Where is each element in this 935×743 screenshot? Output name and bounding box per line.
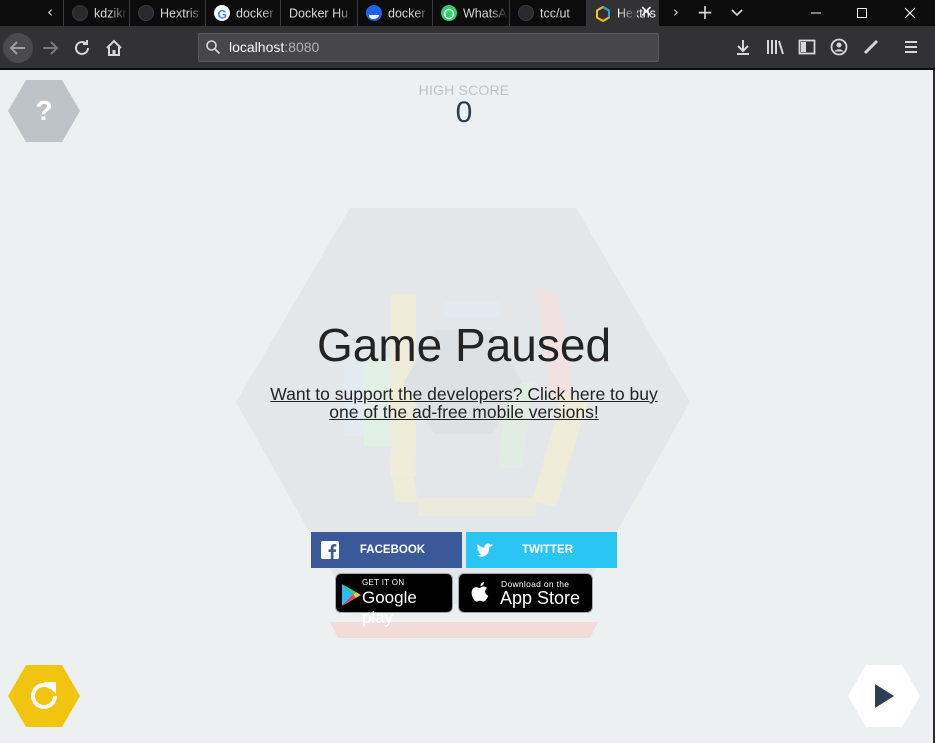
github-icon [72,4,88,21]
reload-icon [75,40,89,55]
tab-tcc[interactable]: tcc/ut [509,0,585,26]
url-host: localhost [229,39,285,55]
hextris-icon [595,5,611,22]
close-window-button[interactable] [885,0,935,26]
whatsapp-icon [441,4,457,21]
search-icon [206,40,221,55]
pencil-icon[interactable] [861,37,881,57]
app-store-big-text: App Store [500,588,581,608]
tab-docker-docs[interactable]: docker [357,0,432,26]
google-play-badge[interactable]: GET IT ON Google play [335,573,453,627]
google-play-small-text: GET IT ON [362,578,405,587]
twitter-share-button[interactable]: TWITTER [466,532,617,568]
resume-button[interactable] [848,665,920,727]
tab-strip: ‹ kdzikr Hextris G docker Docker Hu dock… [0,0,935,26]
url-text: localhost:8080 [229,39,319,55]
facebook-share-button[interactable]: FACEBOOK [311,532,462,568]
help-button[interactable]: ? [8,80,80,142]
svg-text:G: G [218,7,227,21]
tab-label: tcc/ut [540,6,570,21]
forward-button[interactable] [35,33,65,63]
tab-hextris-active[interactable]: Hextris ✕ [586,0,659,26]
list-all-tabs-button[interactable] [724,0,750,26]
tab-hextris-github[interactable]: Hextris [129,0,205,26]
library-icon[interactable] [765,37,785,57]
github-icon [138,4,154,21]
reload-button[interactable] [67,33,97,63]
facebook-icon [321,541,339,559]
home-button[interactable] [99,33,129,63]
scroll-tabs-left-button[interactable]: ‹ [37,0,63,26]
google-play-icon [342,584,361,606]
github-icon [518,4,534,21]
docker-icon [366,4,382,21]
restart-button[interactable] [8,665,80,727]
arrow-left-icon [9,41,25,55]
close-tab-icon[interactable]: ✕ [640,0,653,26]
home-icon [106,39,122,56]
apple-icon [471,582,489,602]
tab-whatsapp[interactable]: WhatsApp [432,0,508,26]
new-tab-button[interactable]: + [692,0,718,26]
tab-docker-hub[interactable]: Docker Hu [280,0,356,26]
arrow-right-icon [43,41,59,55]
game-canvas[interactable]: HIGH SCORE 0 Game Paused Want to support… [0,70,935,743]
tab-kdzikr[interactable]: kdzikr [63,0,128,26]
navigation-toolbar: localhost:8080 [0,26,935,69]
google-play-big-text: Google play [362,588,417,627]
game-paused-title: Game Paused [316,319,612,371]
twitter-icon [476,543,493,557]
maximize-button[interactable] [839,0,885,26]
app-store-badge[interactable]: Download on the App Store [458,573,593,613]
google-icon: G [214,4,230,21]
tab-docker-google[interactable]: G docker [205,0,280,26]
facebook-label: FACEBOOK [359,544,426,556]
url-bar[interactable]: localhost:8080 [198,33,659,62]
menu-icon[interactable] [901,37,921,57]
sidebar-icon[interactable] [797,37,817,57]
account-icon[interactable] [829,37,849,57]
download-icon[interactable] [733,37,753,57]
chevron-down-icon [731,9,743,17]
support-developers-link[interactable]: Want to support the developers? Click he… [264,385,664,421]
minimize-button[interactable] [793,0,839,26]
back-button[interactable] [3,33,33,63]
twitter-label: TWITTER [521,544,574,556]
scroll-tabs-right-button[interactable]: › [663,0,689,26]
url-port: :8080 [284,39,320,55]
high-score-value: 0 [455,96,473,129]
